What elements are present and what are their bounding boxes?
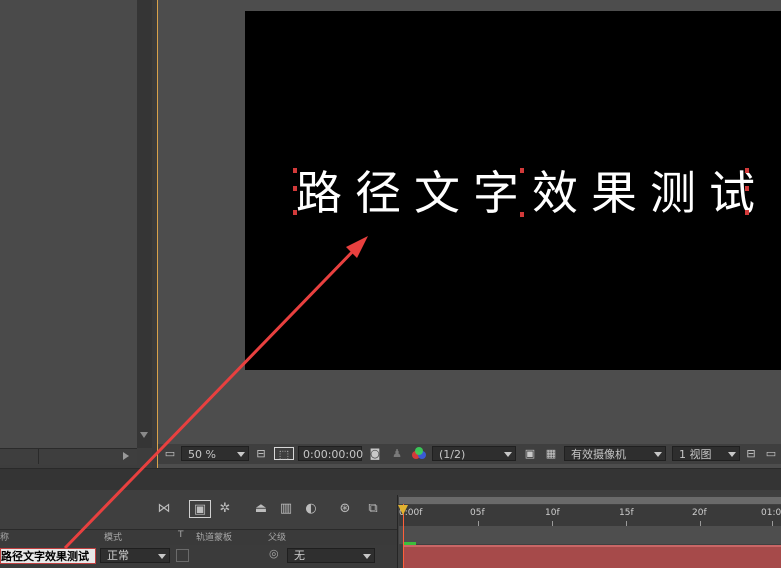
annotation-arrow — [63, 236, 368, 550]
